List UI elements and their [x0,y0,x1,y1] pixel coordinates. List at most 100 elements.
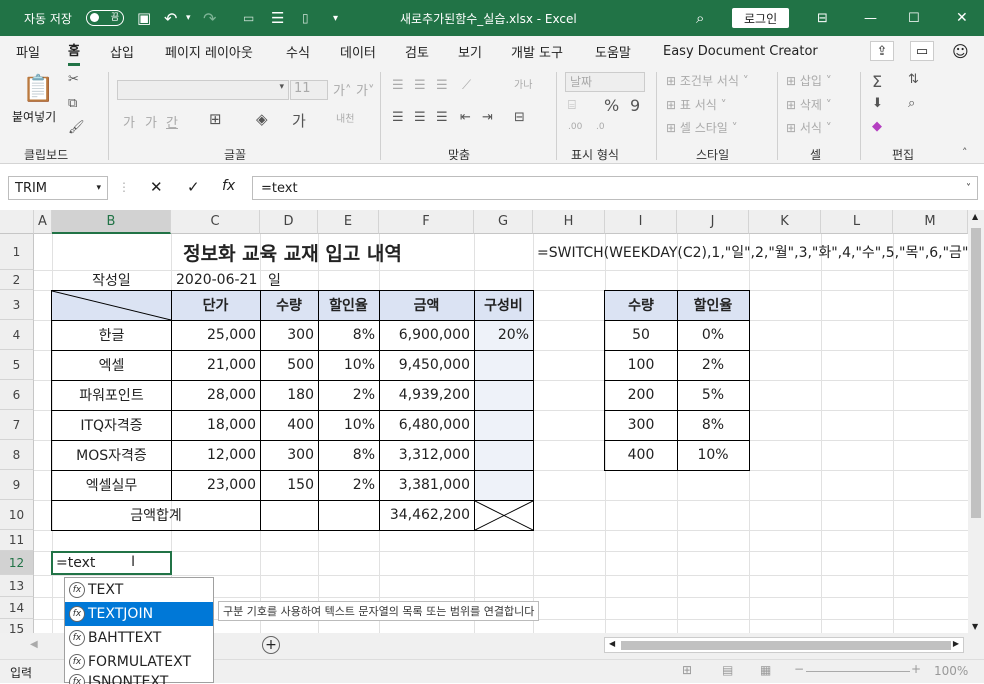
item-amount[interactable]: 4,939,200 [379,380,474,410]
author-label[interactable]: 작성일 [52,270,171,290]
vertical-scrollbar[interactable]: ▲ ▼ [968,210,984,633]
search-icon[interactable]: ⌕ [696,0,704,36]
phonetic-icon[interactable]: 내천 [336,110,354,125]
page-layout-view-icon[interactable]: ▤ [722,663,733,677]
increase-decimal-icon[interactable]: .00 [568,122,582,132]
percent-icon[interactable]: % [604,96,619,115]
select-all-corner[interactable] [0,210,34,234]
item-amount[interactable]: 9,450,000 [379,350,474,380]
clear-icon[interactable]: ◆ [872,119,882,134]
column-header-h[interactable]: H [533,210,605,234]
autosum-icon[interactable]: Σ [872,72,882,91]
accounting-icon[interactable]: ⌸ [568,98,576,113]
zoom-out-icon[interactable]: − [794,662,804,676]
undo-dropdown-icon[interactable]: ▾ [186,0,191,36]
item-ratio[interactable]: 20% [474,320,533,350]
save-icon[interactable]: ▣ [137,0,151,36]
tab-developer[interactable]: 개발 도구 [511,36,563,66]
login-button[interactable]: 로그인 [732,0,790,36]
lookup-qty[interactable]: 200 [605,380,677,410]
underline-icon[interactable]: 간 [166,112,178,131]
item-name[interactable]: 엑셀 [52,350,171,380]
fill-icon[interactable]: ⬇ [872,96,883,111]
item-qty[interactable]: 400 [260,410,318,440]
item-amount[interactable]: 6,900,000 [379,320,474,350]
header-amount[interactable]: 금액 [379,290,474,320]
row-header-1[interactable]: 1 [0,234,34,270]
item-qty[interactable]: 300 [260,440,318,470]
format-painter-icon[interactable]: 🖌 [68,120,85,135]
decrease-decimal-icon[interactable]: .0 [596,122,605,132]
row-header-12[interactable]: 12 [0,551,34,575]
page-break-view-icon[interactable]: ▦ [760,663,771,677]
fill-color-icon[interactable]: ◈ [256,110,268,128]
row-header-14[interactable]: 14 [0,597,34,619]
lookup-rate[interactable]: 2% [677,350,749,380]
align-bottom-icon[interactable]: ☰ [436,78,448,93]
row-header-7[interactable]: 7 [0,410,34,440]
column-header-k[interactable]: K [749,210,821,234]
undo-icon[interactable]: ↶ [164,0,177,36]
tab-view[interactable]: 보기 [458,36,482,66]
row-header-11[interactable]: 11 [0,530,34,551]
total-label[interactable]: 금액합계 [52,500,260,530]
item-price[interactable]: 28,000 [171,380,260,410]
align-top-icon[interactable]: ☰ [392,78,404,93]
align-right-icon[interactable]: ☰ [436,110,448,125]
column-header-g[interactable]: G [474,210,533,234]
row-header-13[interactable]: 13 [0,575,34,597]
lookup-rate[interactable]: 0% [677,320,749,350]
lookup-qty[interactable]: 300 [605,410,677,440]
item-rate[interactable]: 8% [318,440,379,470]
item-name[interactable]: 엑셀실무 [52,470,171,500]
column-header-i[interactable]: I [605,210,677,234]
item-name[interactable]: 파워포인트 [52,380,171,410]
increase-font-icon[interactable]: 가˄ [333,80,351,99]
comma-icon[interactable]: 9 [630,96,640,115]
sort-filter-icon[interactable]: ⇅ [908,72,919,87]
add-sheet-icon[interactable]: + [262,636,280,654]
tab-help[interactable]: 도움말 [595,36,631,66]
lookup-qty[interactable]: 400 [605,440,677,470]
autocomplete-item-selected[interactable]: fx TEXTJOIN [65,602,213,626]
column-header-d[interactable]: D [260,210,318,234]
row-header-6[interactable]: 6 [0,380,34,410]
form-icon[interactable]: ☰ [271,0,284,36]
border-icon[interactable]: ⊞ [209,110,222,128]
item-amount[interactable]: 3,381,000 [379,470,474,500]
orientation-icon[interactable]: ⟋ [462,78,471,93]
row-header-9[interactable]: 9 [0,470,34,500]
total-amount[interactable]: 34,462,200 [379,500,474,530]
format-cells-button[interactable]: ⊞ 서식 ˅ [786,119,832,136]
item-name[interactable]: MOS자격증 [52,440,171,470]
page-icon[interactable]: ▯ [302,0,309,36]
insert-function-icon[interactable]: fx [222,178,235,194]
item-rate[interactable]: 2% [318,470,379,500]
row-header-5[interactable]: 5 [0,350,34,380]
column-header-j[interactable]: J [677,210,749,234]
zoom-in-icon[interactable]: + [911,662,921,676]
autocomplete-item[interactable]: fx BAHTTEXT [65,626,213,650]
formula-input[interactable]: =text ˅ [252,176,978,200]
decrease-indent-icon[interactable]: ⇤ [460,110,471,125]
scroll-right-icon[interactable]: ▶ [953,639,959,648]
copy-icon[interactable]: ⧉ [68,96,77,111]
font-name-select[interactable]: ▾ [117,80,289,100]
worksheet-grid[interactable]: A B C D E F G H I J K L M 1 2 3 4 5 6 7 … [0,210,968,633]
customize-qat-icon[interactable]: ▾ [333,0,338,36]
column-header-m[interactable]: M [893,210,968,234]
conditional-format-button[interactable]: ⊞ 조건부 서식 ˅ [666,72,749,89]
item-rate[interactable]: 2% [318,380,379,410]
item-qty[interactable]: 180 [260,380,318,410]
item-name[interactable]: ITQ자격증 [52,410,171,440]
tab-page-layout[interactable]: 페이지 레이아웃 [165,36,253,66]
close-icon[interactable]: ✕ [956,0,968,36]
lookup-rate[interactable]: 10% [677,440,749,470]
scroll-left-icon[interactable]: ◀ [609,639,615,648]
expand-formula-icon[interactable]: ˅ [966,183,971,194]
column-header-c[interactable]: C [171,210,260,234]
font-color-icon[interactable]: 가 [292,110,306,131]
header-rate[interactable]: 할인율 [318,290,379,320]
paste-icon[interactable]: 📋 [22,74,54,104]
item-name[interactable]: 한글 [52,320,171,350]
